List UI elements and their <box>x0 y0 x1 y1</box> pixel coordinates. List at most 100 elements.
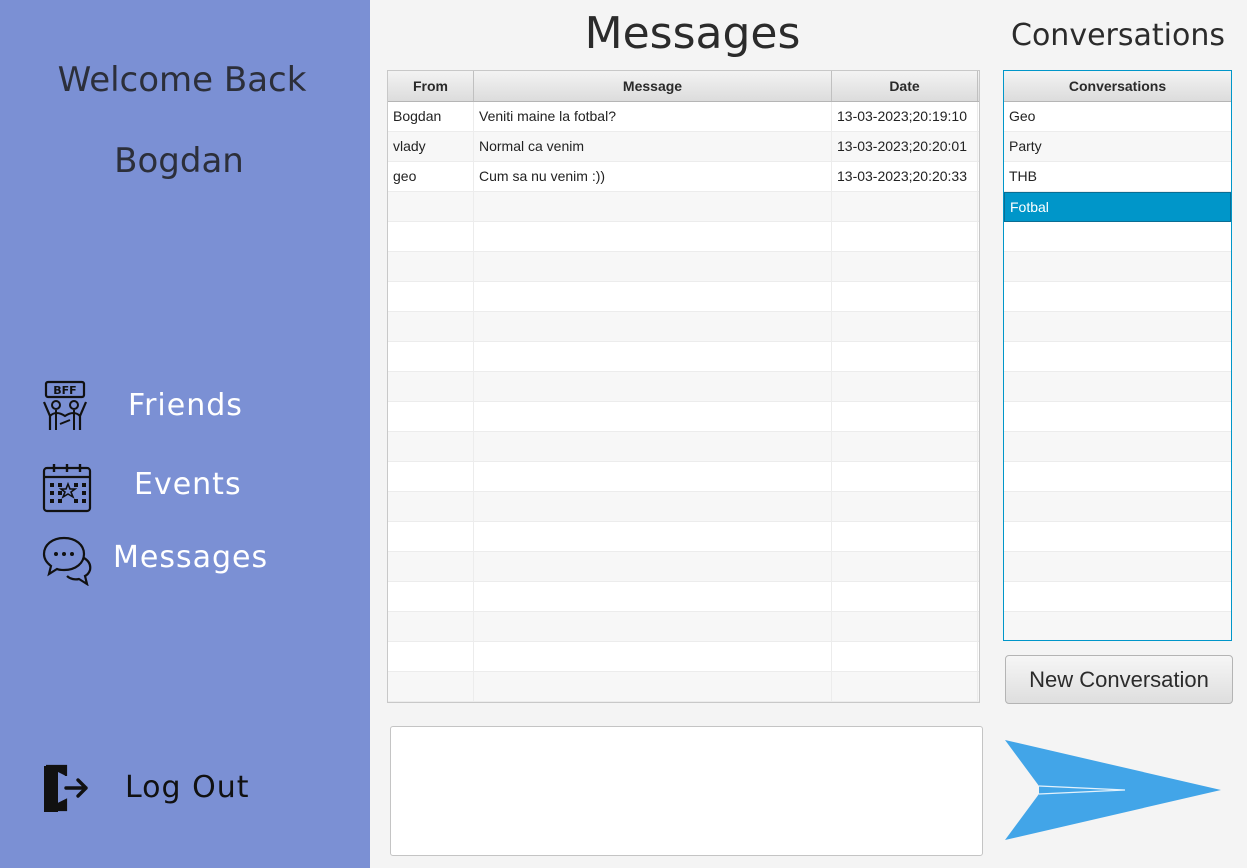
table-cell-date <box>832 462 978 492</box>
table-cell-from <box>388 552 474 582</box>
table-cell-from <box>388 282 474 312</box>
sidebar-item-friends[interactable]: BFF Friends <box>0 376 370 436</box>
table-cell-message <box>474 282 832 312</box>
conversation-empty-row <box>1004 252 1231 282</box>
table-row[interactable] <box>388 612 979 642</box>
table-cell-from <box>388 432 474 462</box>
table-cell-from <box>388 222 474 252</box>
message-input[interactable] <box>390 726 983 856</box>
table-cell-date <box>832 222 978 252</box>
sidebar-item-messages[interactable]: Messages <box>0 530 370 590</box>
table-cell-from: geo <box>388 162 474 192</box>
table-cell-message <box>474 612 832 642</box>
table-cell-from <box>388 612 474 642</box>
table-cell-from: Bogdan <box>388 102 474 132</box>
calendar-icon <box>42 464 92 513</box>
table-cell-date: 13-03-2023;20:20:33 <box>832 162 978 192</box>
conversation-item[interactable]: Party <box>1004 132 1231 162</box>
chat-bubbles-icon <box>42 536 92 586</box>
conversation-empty-row <box>1004 222 1231 252</box>
conversation-empty-row <box>1004 492 1231 522</box>
table-cell-message <box>474 342 832 372</box>
conversation-empty-row <box>1004 582 1231 612</box>
table-cell-message <box>474 492 832 522</box>
conversation-item[interactable]: Fotbal <box>1004 192 1231 222</box>
table-row[interactable] <box>388 642 979 672</box>
table-cell-message <box>474 522 832 552</box>
conversation-empty-row <box>1004 342 1231 372</box>
conversation-item[interactable]: THB <box>1004 162 1231 192</box>
table-cell-date <box>832 612 978 642</box>
conversations-title: Conversations <box>1011 18 1225 53</box>
logout-button[interactable]: Log Out <box>0 758 370 818</box>
table-cell-date <box>832 402 978 432</box>
conversation-item[interactable]: Geo <box>1004 102 1231 132</box>
sidebar-item-label: Events <box>134 467 242 502</box>
new-conversation-button[interactable]: New Conversation <box>1005 655 1233 704</box>
conversation-empty-row <box>1004 432 1231 462</box>
table-cell-from <box>388 402 474 432</box>
table-row[interactable] <box>388 582 979 612</box>
table-row[interactable] <box>388 312 979 342</box>
page-title: Messages <box>584 8 801 59</box>
table-cell-date <box>832 492 978 522</box>
table-row[interactable]: Bogdan Veniti maine la fotbal? 13-03-2023;… <box>388 102 979 132</box>
table-cell-from <box>388 342 474 372</box>
table-cell-message: Cum sa nu venim :)) <box>474 162 832 192</box>
table-cell-from <box>388 672 474 702</box>
table-cell-date <box>832 312 978 342</box>
table-cell-message <box>474 192 832 222</box>
table-row[interactable] <box>388 492 979 522</box>
table-cell-message <box>474 672 832 702</box>
table-row[interactable] <box>388 192 979 222</box>
table-cell-message: Veniti maine la fotbal? <box>474 102 832 132</box>
table-row[interactable] <box>388 462 979 492</box>
table-row[interactable] <box>388 402 979 432</box>
column-header-date[interactable]: Date <box>832 71 978 101</box>
table-row[interactable] <box>388 522 979 552</box>
table-cell-date <box>832 342 978 372</box>
table-cell-from <box>388 642 474 672</box>
table-cell-message <box>474 222 832 252</box>
table-row[interactable]: geo Cum sa nu venim :)) 13-03-2023;20:20:3… <box>388 162 979 192</box>
table-row[interactable] <box>388 672 979 702</box>
column-header-message[interactable]: Message <box>474 71 832 101</box>
table-cell-message <box>474 432 832 462</box>
table-cell-message <box>474 402 832 432</box>
conversation-empty-row <box>1004 312 1231 342</box>
table-cell-message: Normal ca venim <box>474 132 832 162</box>
table-header: From Message Date <box>388 71 979 102</box>
welcome-text: Welcome Back <box>57 60 307 100</box>
table-row[interactable] <box>388 342 979 372</box>
bff-friends-icon: BFF <box>42 380 88 430</box>
table-row[interactable] <box>388 552 979 582</box>
table-cell-date <box>832 252 978 282</box>
sidebar: Welcome Back Bogdan BFF Friends Events M… <box>0 0 370 868</box>
table-cell-date <box>832 672 978 702</box>
table-cell-date <box>832 372 978 402</box>
column-header-from[interactable]: From <box>388 71 474 101</box>
table-cell-date <box>832 522 978 552</box>
table-row[interactable] <box>388 252 979 282</box>
table-row[interactable]: vlady Normal ca venim 13-03-2023;20:20:01 <box>388 132 979 162</box>
table-body: Bogdan Veniti maine la fotbal? 13-03-2023;… <box>388 102 979 702</box>
conversation-empty-row <box>1004 402 1231 432</box>
table-cell-from <box>388 522 474 552</box>
table-row[interactable] <box>388 222 979 252</box>
table-cell-date <box>832 552 978 582</box>
table-cell-date: 13-03-2023;20:20:01 <box>832 132 978 162</box>
messages-table[interactable]: From Message Date Bogdan Veniti maine la … <box>387 70 980 703</box>
table-cell-from <box>388 492 474 522</box>
table-cell-date <box>832 192 978 222</box>
table-row[interactable] <box>388 282 979 312</box>
conversation-empty-row <box>1004 552 1231 582</box>
sidebar-item-events[interactable]: Events <box>0 457 370 517</box>
table-row[interactable] <box>388 432 979 462</box>
table-cell-from <box>388 462 474 492</box>
send-arrow-icon[interactable] <box>1005 740 1221 840</box>
table-row[interactable] <box>388 372 979 402</box>
conversations-list[interactable]: Conversations Geo Party THB Fotbal <box>1003 70 1232 641</box>
table-cell-message <box>474 372 832 402</box>
table-cell-from <box>388 312 474 342</box>
conversation-empty-row <box>1004 462 1231 492</box>
